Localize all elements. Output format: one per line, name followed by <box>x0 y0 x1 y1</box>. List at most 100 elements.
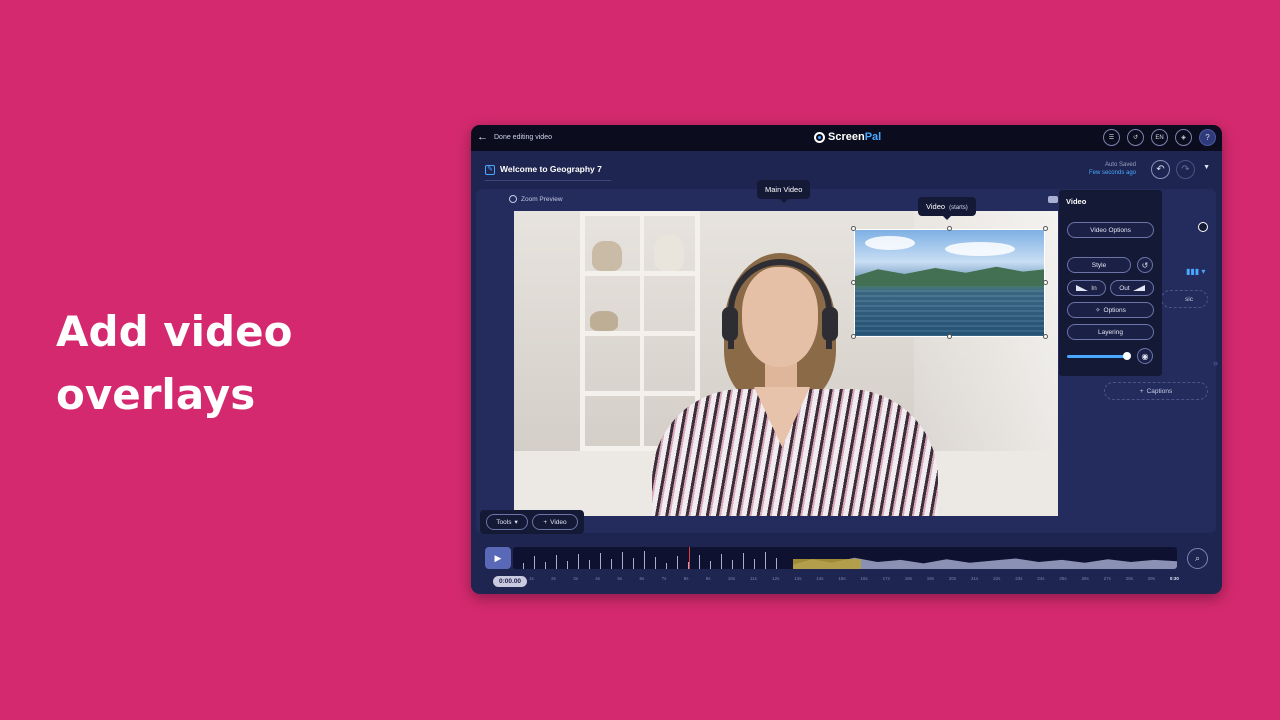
resize-handle[interactable] <box>947 334 952 339</box>
options-button[interactable]: ✧ Options <box>1067 302 1154 318</box>
magic-wand-icon: ✧ <box>1095 307 1101 314</box>
fade-out-button[interactable]: Out <box>1110 280 1154 296</box>
waveform-spike <box>567 561 568 569</box>
video-overlay-lake[interactable] <box>854 229 1045 337</box>
title-bar: ✎ Welcome to Geography 7 Auto Saved Few … <box>471 151 1222 189</box>
resize-handle[interactable] <box>1043 334 1048 339</box>
layering-label: Layering <box>1098 328 1123 336</box>
list-check-icon[interactable]: ☰ <box>1103 129 1120 146</box>
video-options-label: Video Options <box>1090 226 1131 234</box>
shelf-board <box>580 331 700 336</box>
reset-style-button[interactable]: ↺ <box>1137 257 1153 273</box>
language-button[interactable]: EN <box>1151 129 1168 146</box>
autosave-label: Auto Saved <box>1104 162 1136 168</box>
waveform-spike <box>644 551 645 569</box>
timeline-tick: 15s <box>838 576 846 581</box>
timeline-tick: 12s <box>772 576 780 581</box>
main-video-tooltip-label: Main Video <box>765 185 803 194</box>
headline-line-1: Add video <box>56 307 293 356</box>
waveform-spike <box>523 563 524 569</box>
autosave-time: Few seconds ago <box>1088 170 1136 176</box>
overlay-segment-marker[interactable] <box>793 559 861 569</box>
timeline-zoom-button[interactable]: ⌕ <box>1187 548 1208 569</box>
autosave-status: Auto Saved Few seconds ago <box>1089 161 1136 177</box>
fade-in-icon <box>1076 285 1089 291</box>
camera-icon[interactable] <box>1048 196 1058 203</box>
timeline-tick: 20s <box>948 576 957 581</box>
waveform-spike <box>611 559 612 569</box>
color-swatch[interactable] <box>1198 222 1208 232</box>
timeline-tick: 29s <box>1147 576 1156 581</box>
shelf-board <box>580 391 700 396</box>
double-chevron-right-icon[interactable]: » <box>1213 358 1218 368</box>
timeline-tick: 16s <box>860 576 868 581</box>
resize-handle[interactable] <box>851 334 856 339</box>
waveform-spike <box>633 558 634 569</box>
waveform-spike <box>655 557 656 569</box>
timeline-tick: 21s <box>971 576 979 581</box>
video-preview-canvas[interactable] <box>514 211 1058 516</box>
play-button[interactable]: ▶ <box>485 547 511 569</box>
options-label: Options <box>1103 306 1126 314</box>
headline: Add video overlays <box>56 300 292 426</box>
timeline-end-label: 0:30 <box>1169 576 1179 581</box>
shelf-vase <box>654 235 684 271</box>
undo-icon: ↶ <box>1156 164 1165 175</box>
opacity-slider[interactable] <box>1067 355 1127 358</box>
timeline-tick: 2s <box>551 576 556 581</box>
edit-title-icon[interactable]: ✎ <box>485 165 495 175</box>
visibility-toggle[interactable]: ◉ <box>1137 348 1153 364</box>
waveform-spike <box>743 553 744 569</box>
video-title[interactable]: Welcome to Geography 7 <box>500 164 602 174</box>
layers-icon[interactable]: ◈ <box>1175 129 1192 146</box>
magnifier-icon <box>509 195 517 203</box>
video-overlay-panel: Video Video Options Style ↺ In Out ✧ Opt… <box>1059 190 1162 376</box>
timeline-tick: 1s <box>529 576 534 581</box>
audio-waveform-track[interactable] <box>513 547 1177 569</box>
history-icon[interactable]: ↺ <box>1127 129 1144 146</box>
video-options-button[interactable]: Video Options <box>1067 222 1154 238</box>
resize-handle[interactable] <box>947 226 952 231</box>
redo-icon: ↷ <box>1181 164 1190 175</box>
screenpal-editor-window: ← Done editing video ScreenPal ☰ ↺ EN ◈ … <box>471 125 1222 594</box>
waveform-spike <box>776 558 777 569</box>
tools-dropdown[interactable]: Tools ▾ <box>486 514 528 530</box>
presenter-collar <box>754 387 810 447</box>
add-video-label: Video <box>550 518 567 526</box>
music-button-label: sic <box>1185 295 1193 303</box>
timeline-tick: 6s <box>639 576 645 581</box>
done-editing-label: Done editing video <box>494 134 552 141</box>
captions-button[interactable]: + Captions <box>1104 382 1208 400</box>
done-editing-link[interactable]: ← Done editing video <box>477 132 552 143</box>
add-video-button[interactable]: + Video <box>532 514 578 530</box>
timeline-marker <box>689 547 690 569</box>
style-button[interactable]: Style <box>1067 257 1131 273</box>
timeline-tick: 17s <box>882 576 890 581</box>
waveform-spike <box>765 552 766 569</box>
resize-handle[interactable] <box>1043 226 1048 231</box>
resize-handle[interactable] <box>851 280 856 285</box>
timeline-tick: 14s <box>816 576 824 581</box>
waveform-spike <box>721 554 722 569</box>
redo-button[interactable]: ↷ <box>1176 160 1195 179</box>
waveform-spike <box>556 555 557 569</box>
plus-icon: + <box>1139 387 1144 395</box>
fade-in-button[interactable]: In <box>1067 280 1106 296</box>
waveform-spike <box>589 560 590 569</box>
timeline: ▶ <box>483 545 1177 571</box>
magnifier-icon: ⌕ <box>1194 553 1201 563</box>
audio-bars-icon[interactable]: ▮▮▮ ▾ <box>1186 267 1205 276</box>
zoom-preview-button[interactable]: Zoom Preview <box>509 195 563 203</box>
timeline-tick: 8s <box>683 576 689 581</box>
layering-button[interactable]: Layering <box>1067 324 1154 340</box>
resize-handle[interactable] <box>1043 280 1048 285</box>
chevron-down-icon[interactable]: ▼ <box>1203 164 1210 171</box>
opacity-slider-handle[interactable] <box>1122 352 1131 360</box>
reset-icon: ↺ <box>1141 260 1149 270</box>
resize-handle[interactable] <box>851 226 856 231</box>
undo-button[interactable]: ↶ <box>1151 160 1170 179</box>
current-timecode[interactable]: 0:00.00 <box>493 576 528 587</box>
screenpal-logo: ScreenPal <box>814 131 881 143</box>
music-button[interactable]: sic <box>1161 290 1208 308</box>
help-button[interactable]: ? <box>1199 129 1216 146</box>
